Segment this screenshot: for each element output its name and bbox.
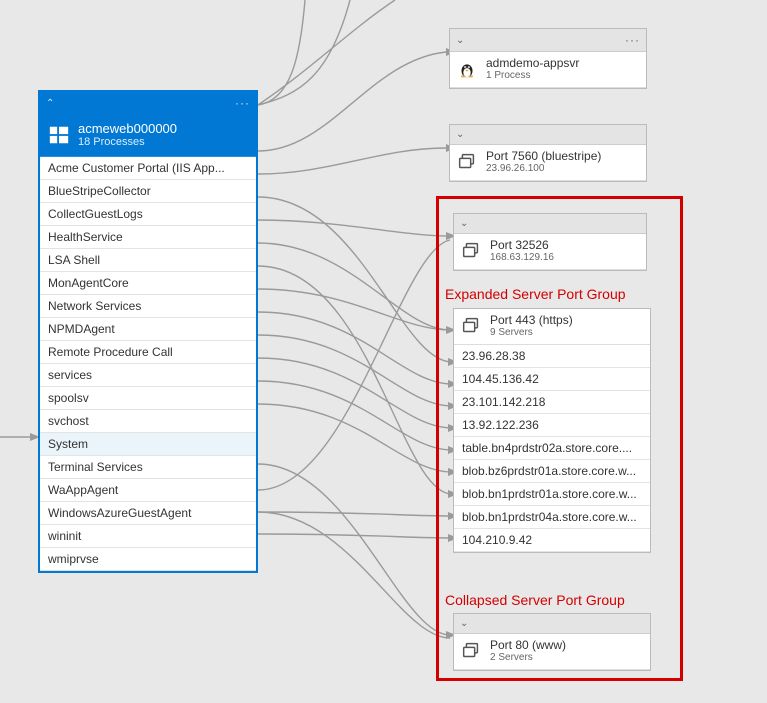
port-sub: 168.63.129.16	[490, 252, 554, 263]
chevron-down-icon[interactable]: ⌄	[456, 129, 464, 140]
server-list: 23.96.28.38104.45.136.4223.101.142.21813…	[454, 345, 650, 552]
process-row[interactable]: services	[40, 364, 256, 387]
process-row[interactable]: LSA Shell	[40, 249, 256, 272]
port-name: Port 32526	[490, 238, 554, 252]
chevron-down-icon[interactable]: ⌄	[460, 218, 468, 229]
port-group-443[interactable]: Port 443 (https) 9 Servers 23.96.28.3810…	[453, 308, 651, 553]
node-menu-icon[interactable]: ···	[625, 33, 640, 47]
process-row[interactable]: Remote Procedure Call	[40, 341, 256, 364]
process-row[interactable]: BlueStripeCollector	[40, 180, 256, 203]
process-row[interactable]: Terminal Services	[40, 456, 256, 479]
process-row[interactable]: HealthService	[40, 226, 256, 249]
server-row[interactable]: blob.bz6prdstr01a.store.core.w...	[454, 460, 650, 483]
chevron-down-icon[interactable]: ⌄	[456, 35, 464, 46]
server-row[interactable]: blob.bn1prdstr04a.store.core.w...	[454, 506, 650, 529]
node-title: Port 80 (www) 2 Servers	[454, 634, 650, 670]
server-sub: 1 Process	[486, 70, 579, 81]
server-row[interactable]: 23.96.28.38	[454, 345, 650, 368]
server-row[interactable]: 104.45.136.42	[454, 368, 650, 391]
node-title: Port 7560 (bluestripe) 23.96.26.100	[450, 145, 646, 181]
server-sub: 18 Processes	[78, 136, 177, 148]
servers-icon	[460, 315, 482, 337]
servers-icon	[460, 240, 482, 262]
server-row[interactable]: table.bn4prdstr02a.store.core....	[454, 437, 650, 460]
process-row[interactable]: Acme Customer Portal (IIS App...	[40, 157, 256, 180]
process-row[interactable]: Network Services	[40, 295, 256, 318]
server-row[interactable]: 13.92.122.236	[454, 414, 650, 437]
server-row[interactable]: 104.210.9.42	[454, 529, 650, 552]
server-row[interactable]: blob.bn1prdstr01a.store.core.w...	[454, 483, 650, 506]
node-header[interactable]: ⌄	[454, 214, 646, 234]
process-row[interactable]: MonAgentCore	[40, 272, 256, 295]
server-name: admdemo-appsvr	[486, 56, 579, 70]
node-header[interactable]: ⌄	[450, 125, 646, 145]
port-sub: 2 Servers	[490, 652, 566, 663]
server-name: acmeweb000000	[78, 121, 177, 136]
process-row[interactable]: wmiprvse	[40, 548, 256, 571]
annotation-collapsed: Collapsed Server Port Group	[445, 592, 625, 608]
process-list: Acme Customer Portal (IIS App...BlueStri…	[40, 157, 256, 571]
linux-icon	[456, 58, 478, 80]
process-row[interactable]: System	[40, 433, 256, 456]
server-node-appsvr[interactable]: ⌄ ··· admdemo-appsvr 1 Process	[449, 28, 647, 89]
annotation-expanded: Expanded Server Port Group	[445, 286, 626, 302]
node-header[interactable]: ⌃ ···	[40, 92, 256, 115]
port-name: Port 7560 (bluestripe)	[486, 149, 601, 163]
servers-icon	[456, 151, 478, 173]
port-node-7560[interactable]: ⌄ Port 7560 (bluestripe) 23.96.26.100	[449, 124, 647, 182]
process-row[interactable]: CollectGuestLogs	[40, 203, 256, 226]
chevron-up-icon[interactable]: ⌃	[46, 98, 54, 109]
process-row[interactable]: spoolsv	[40, 387, 256, 410]
process-row[interactable]: wininit	[40, 525, 256, 548]
node-header[interactable]: ⌄ ···	[450, 29, 646, 52]
port-sub: 9 Servers	[490, 327, 573, 338]
process-row[interactable]: NPMDAgent	[40, 318, 256, 341]
node-title: acmeweb000000 18 Processes	[40, 115, 256, 157]
port-group-80[interactable]: ⌄ Port 80 (www) 2 Servers	[453, 613, 651, 671]
node-title: admdemo-appsvr 1 Process	[450, 52, 646, 88]
port-name: Port 80 (www)	[490, 638, 566, 652]
node-title: Port 443 (https) 9 Servers	[454, 309, 650, 345]
process-row[interactable]: WindowsAzureGuestAgent	[40, 502, 256, 525]
server-node-acmeweb[interactable]: ⌃ ··· acmeweb000000 18 Processes Acme Cu…	[38, 90, 258, 573]
port-node-32526[interactable]: ⌄ Port 32526 168.63.129.16	[453, 213, 647, 271]
windows-icon	[48, 124, 70, 146]
node-header[interactable]: ⌄	[454, 614, 650, 634]
chevron-down-icon[interactable]: ⌄	[460, 618, 468, 629]
process-row[interactable]: svchost	[40, 410, 256, 433]
node-menu-icon[interactable]: ···	[235, 96, 250, 110]
servers-icon	[460, 640, 482, 662]
port-sub: 23.96.26.100	[486, 163, 601, 174]
server-row[interactable]: 23.101.142.218	[454, 391, 650, 414]
port-name: Port 443 (https)	[490, 313, 573, 327]
node-title: Port 32526 168.63.129.16	[454, 234, 646, 270]
process-row[interactable]: WaAppAgent	[40, 479, 256, 502]
